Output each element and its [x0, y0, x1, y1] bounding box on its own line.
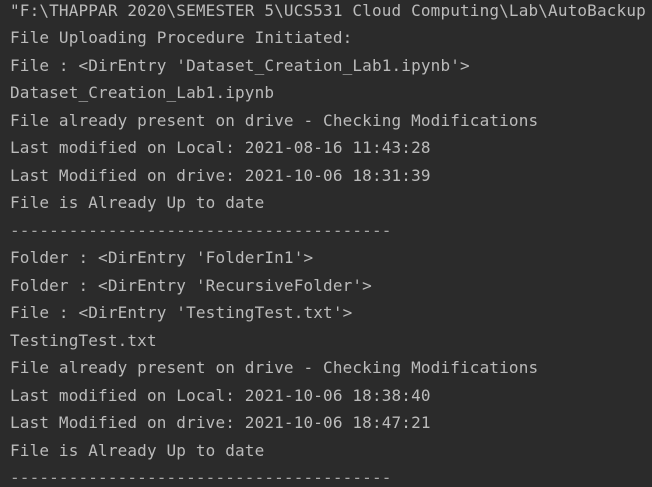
- console-line-drive-modified: Last Modified on drive: 2021-10-06 18:47…: [10, 413, 431, 432]
- console-line-file-name: Dataset_Creation_Lab1.ipynb: [10, 83, 275, 102]
- console-line-local-modified: Last modified on Local: 2021-08-16 11:43…: [10, 138, 431, 157]
- console-line-file-entry: File : <DirEntry 'Dataset_Creation_Lab1.…: [10, 56, 470, 75]
- console-line-command-path: "F:\THAPPAR 2020\SEMESTER 5\UCS531 Cloud…: [10, 1, 646, 20]
- console-line-file-entry: File : <DirEntry 'TestingTest.txt'>: [10, 303, 353, 322]
- console-line-up-to-date: File is Already Up to date: [10, 193, 265, 212]
- console-line-upload-start: File Uploading Procedure Initiated:: [10, 28, 353, 47]
- console-line-folder-entry: Folder : <DirEntry 'FolderIn1'>: [10, 248, 314, 267]
- console-line-folder-entry: Folder : <DirEntry 'RecursiveFolder'>: [10, 276, 372, 295]
- console-separator: ---------------------------------------: [10, 221, 392, 240]
- console-output[interactable]: "F:\THAPPAR 2020\SEMESTER 5\UCS531 Cloud…: [0, 0, 652, 487]
- console-line-up-to-date: File is Already Up to date: [10, 441, 265, 460]
- console-line-local-modified: Last modified on Local: 2021-10-06 18:38…: [10, 386, 431, 405]
- console-line-file-name: TestingTest.txt: [10, 331, 157, 350]
- console-line-check-modifications: File already present on drive - Checking…: [10, 111, 539, 130]
- console-line-check-modifications: File already present on drive - Checking…: [10, 358, 539, 377]
- console-separator: ---------------------------------------: [10, 468, 392, 487]
- console-line-drive-modified: Last Modified on drive: 2021-10-06 18:31…: [10, 166, 431, 185]
